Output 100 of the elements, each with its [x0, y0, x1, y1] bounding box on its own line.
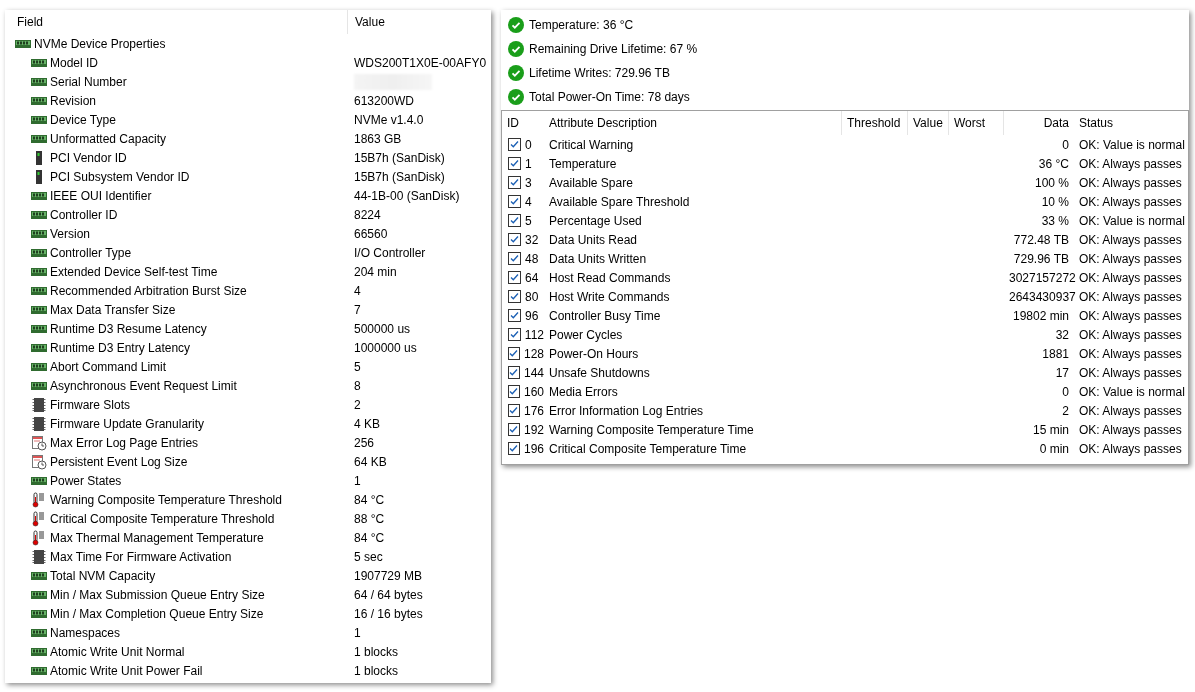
column-header[interactable]: Status	[1074, 111, 1188, 135]
memory-module-icon	[31, 361, 47, 372]
checkbox[interactable]	[508, 195, 521, 208]
checkbox[interactable]	[508, 252, 521, 265]
property-row[interactable]: Runtime D3 Resume Latency 500000 us	[5, 319, 491, 338]
attribute-id: 0	[525, 137, 532, 152]
attribute-status: OK: Always passes	[1078, 403, 1183, 418]
property-row[interactable]: Model ID WDS200T1X0E-00AFY0	[5, 53, 491, 72]
attribute-status: OK: Value is normal	[1078, 137, 1186, 152]
field-value: 7	[353, 302, 362, 317]
checkbox[interactable]	[508, 271, 521, 284]
checkbox[interactable]	[508, 347, 520, 360]
column-header[interactable]: Worst	[949, 111, 1004, 135]
property-row[interactable]: Power States 1	[5, 471, 491, 490]
checkbox[interactable]	[508, 423, 520, 436]
attribute-data: 1881	[1041, 346, 1070, 361]
field-value: 88 °C	[353, 511, 386, 526]
property-row[interactable]: Serial Number	[5, 72, 491, 91]
property-row[interactable]: Device Type NVMe v1.4.0	[5, 110, 491, 129]
property-row[interactable]: Min / Max Completion Queue Entry Size 16 / 16 bytes	[5, 604, 491, 623]
checkbox[interactable]	[508, 366, 520, 379]
field-label: Device Type	[50, 112, 116, 127]
attribute-description: Power-On Hours	[548, 346, 640, 361]
memory-module-icon	[31, 646, 47, 657]
check-circle-icon	[508, 64, 524, 81]
field-value: I/O Controller	[353, 245, 427, 260]
attribute-status: OK: Always passes	[1078, 289, 1183, 304]
property-row[interactable]: Max Thermal Management Temperature 84 °C	[5, 528, 491, 547]
property-row[interactable]: Runtime D3 Entry Latency 1000000 us	[5, 338, 491, 357]
tree-item[interactable]: NVMe Device Properties	[5, 34, 491, 53]
checkbox[interactable]	[508, 290, 521, 303]
attribute-data: 33 %	[1040, 213, 1070, 228]
field-label: Total NVM Capacity	[50, 568, 156, 583]
property-row[interactable]: Revision 613200WD	[5, 91, 491, 110]
field-label: PCI Vendor ID	[50, 150, 127, 165]
field-label: Recommended Arbitration Burst Size	[50, 283, 247, 298]
column-header[interactable]: Data	[1004, 111, 1074, 135]
column-header[interactable]: Attribute Description	[544, 111, 842, 135]
checkbox[interactable]	[508, 442, 520, 455]
property-row[interactable]: Total NVM Capacity 1907729 MB	[5, 566, 491, 585]
property-row[interactable]: Max Data Transfer Size 7	[5, 300, 491, 319]
property-row[interactable]: Min / Max Submission Queue Entry Size 64 / 64 bytes	[5, 585, 491, 604]
checkbox[interactable]	[508, 309, 521, 322]
memory-module-icon	[31, 57, 47, 68]
field-value: WDS200T1X0E-00AFY0	[353, 55, 488, 70]
column-header[interactable]: Field	[5, 10, 347, 34]
property-row[interactable]: Atomic Write Unit Power Fail 1 blocks	[5, 661, 491, 680]
attribute-id: 3	[525, 175, 532, 190]
checkbox[interactable]	[508, 214, 521, 227]
attribute-status: OK: Always passes	[1078, 422, 1183, 437]
property-row[interactable]: Namespaces 1	[5, 623, 491, 642]
property-row[interactable]: Max Time For Firmware Activation 5 sec	[5, 547, 491, 566]
memory-module-icon	[31, 342, 47, 353]
checkbox[interactable]	[508, 404, 520, 417]
attribute-id: 5	[525, 213, 532, 228]
attribute-data: 2643430937	[1008, 289, 1074, 304]
checkbox[interactable]	[508, 385, 520, 398]
property-row[interactable]: Version 66560	[5, 224, 491, 243]
column-header[interactable]: Value	[908, 111, 949, 135]
property-row[interactable]: Firmware Update Granularity 4 KB	[5, 414, 491, 433]
property-row[interactable]: IEEE OUI Identifier 44-1B-00 (SanDisk)	[5, 186, 491, 205]
property-row[interactable]: PCI Vendor ID 15B7h (SanDisk)	[5, 148, 491, 167]
checkbox[interactable]	[508, 233, 521, 246]
property-row[interactable]: Warning Composite Temperature Threshold 84 °C	[5, 490, 491, 509]
property-row[interactable]: Asynchronous Event Request Limit 8	[5, 376, 491, 395]
property-row[interactable]: Critical Composite Temperature Threshold 88 °C	[5, 509, 491, 528]
column-header[interactable]: ID	[502, 111, 544, 135]
property-row[interactable]: Atomic Write Unit Normal 1 blocks	[5, 642, 491, 661]
property-row[interactable]: Controller Type I/O Controller	[5, 243, 491, 262]
column-header[interactable]: Value	[347, 10, 491, 34]
checkbox[interactable]	[508, 138, 521, 151]
field-label: Min / Max Submission Queue Entry Size	[50, 587, 265, 602]
property-row[interactable]: Unformatted Capacity 1863 GB	[5, 129, 491, 148]
field-label: Warning Composite Temperature Threshold	[50, 492, 282, 507]
checkbox[interactable]	[508, 157, 521, 170]
property-row[interactable]: PCI Subsystem Vendor ID 15B7h (SanDisk)	[5, 167, 491, 186]
property-row[interactable]: Abort Command Limit 5	[5, 357, 491, 376]
attribute-description: Available Spare Threshold	[548, 194, 691, 209]
property-row[interactable]: Firmware Slots 2	[5, 395, 491, 414]
column-header[interactable]: Threshold	[842, 111, 908, 135]
checkbox[interactable]	[508, 328, 521, 341]
property-row[interactable]: Controller ID 8224	[5, 205, 491, 224]
property-row[interactable]: Recommended Arbitration Burst Size 4	[5, 281, 491, 300]
attribute-description: Warning Composite Temperature Time	[548, 422, 755, 437]
field-label: Asynchronous Event Request Limit	[50, 378, 237, 393]
tree-label: NVMe Device Properties	[34, 36, 166, 51]
thermometer-icon	[31, 491, 47, 508]
property-row[interactable]: Persistent Event Log Size 64 KB	[5, 452, 491, 471]
field-label: Min / Max Completion Queue Entry Size	[50, 606, 264, 621]
field-label: Max Data Transfer Size	[50, 302, 176, 317]
field-label: Critical Composite Temperature Threshold	[50, 511, 275, 526]
checkbox[interactable]	[508, 176, 521, 189]
field-value: 1000000 us	[353, 340, 418, 355]
field-value: 256	[353, 435, 376, 450]
summary-text: Remaining Drive Lifetime: 67 %	[529, 41, 698, 56]
property-row[interactable]: Extended Device Self-test Time 204 min	[5, 262, 491, 281]
attribute-data: 772.48 TB	[1012, 232, 1070, 247]
field-label: Max Error Log Page Entries	[50, 435, 199, 450]
memory-module-icon	[31, 475, 47, 486]
property-row[interactable]: Max Error Log Page Entries 256	[5, 433, 491, 452]
